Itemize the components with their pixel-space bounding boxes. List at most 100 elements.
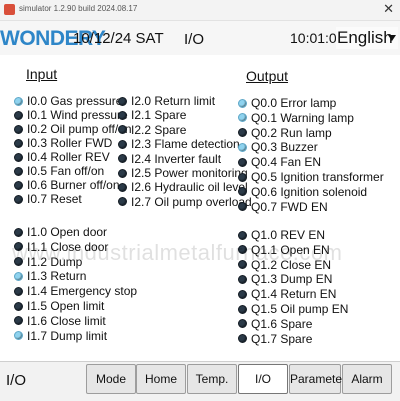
indicator-led-icon <box>118 125 127 135</box>
io-point-label: Q0.4 Fan EN <box>251 155 322 170</box>
nav-button-home[interactable]: Home <box>136 364 186 394</box>
io-point-label: I1.3 Return <box>27 269 87 284</box>
io-point-label: Q1.0 REV EN <box>251 228 326 242</box>
io-point: Q1.0 REV EN <box>238 228 325 242</box>
io-point: Q0.4 Fan EN <box>238 155 321 169</box>
io-point: I0.3 Roller FWD <box>14 136 112 150</box>
indicator-led-icon <box>14 331 23 341</box>
indicator-led-icon <box>238 202 247 212</box>
page-title: I/O <box>184 31 205 48</box>
indicator-led-icon <box>238 230 247 240</box>
window-title: simulator 1.2.90 build 2024.08.17 <box>19 4 138 13</box>
indicator-led-icon <box>238 274 247 284</box>
io-point-label: I2.4 Inverter fault <box>131 151 222 166</box>
indicator-led-icon <box>118 96 127 106</box>
io-point: I1.6 Close limit <box>14 314 106 328</box>
io-point-label: Q0.3 Buzzer <box>251 140 318 155</box>
date-display: 10/12/24 SAT <box>73 30 164 47</box>
io-point: I1.7 Dump limit <box>14 329 107 343</box>
nav-button-mode[interactable]: Mode <box>86 364 136 394</box>
io-point: I1.3 Return <box>14 269 86 283</box>
indicator-led-icon <box>14 152 23 162</box>
indicator-led-icon <box>238 113 247 123</box>
io-point: Q1.7 Spare <box>238 332 312 346</box>
io-point-label: I2.6 Hydraulic oil level <box>131 180 248 195</box>
io-point: I1.1 Close door <box>14 240 108 254</box>
indicator-led-icon <box>238 289 247 299</box>
indicator-led-icon <box>14 194 23 204</box>
io-point: Q0.5 Ignition transformer <box>238 170 384 184</box>
indicator-led-icon <box>238 304 247 314</box>
io-point: Q1.3 Dump EN <box>238 272 332 286</box>
io-point-label: Q0.7 FWD EN <box>251 199 328 214</box>
indicator-led-icon <box>14 271 23 281</box>
nav-button-i-o[interactable]: I/O <box>238 364 288 394</box>
indicator-led-icon <box>14 96 23 106</box>
nav-button-alarm[interactable]: Alarm <box>342 364 392 394</box>
io-point: I0.0 Gas pressure <box>14 94 122 108</box>
io-point-label: I0.3 Roller FWD <box>27 136 113 150</box>
io-point-label: I1.5 Open limit <box>27 299 105 313</box>
indicator-led-icon <box>14 180 23 190</box>
indicator-led-icon <box>14 316 23 326</box>
io-point-label: I0.1 Wind pressure <box>27 108 128 122</box>
io-point-label: Q1.4 Return EN <box>251 287 337 302</box>
chevron-down-icon <box>388 35 396 41</box>
indicator-led-icon <box>238 260 247 270</box>
io-point: Q1.2 Close EN <box>238 258 331 272</box>
io-point-label: I2.2 Spare <box>131 122 187 137</box>
io-point: I1.0 Open door <box>14 225 107 239</box>
io-point-label: Q1.6 Spare <box>251 316 313 331</box>
indicator-led-icon <box>118 197 127 207</box>
io-point: Q0.3 Buzzer <box>238 140 318 154</box>
nav-button-parameters[interactable]: Parameters <box>289 364 352 394</box>
io-point: I1.2 Dump <box>14 255 82 269</box>
io-point: I1.5 Open limit <box>14 299 104 313</box>
indicator-led-icon <box>238 142 247 152</box>
io-point-label: I0.2 Oil pump off/on <box>27 122 132 136</box>
indicator-led-icon <box>238 334 247 344</box>
io-point: I0.4 Roller REV <box>14 150 110 164</box>
io-point: I2.5 Power monitoring <box>118 166 248 180</box>
io-point-label: Q0.5 Ignition transformer <box>251 170 384 184</box>
indicator-led-icon <box>14 124 23 134</box>
io-point-label: Q0.2 Run lamp <box>251 125 332 140</box>
io-point-label: I1.1 Close door <box>27 239 109 254</box>
io-point: I2.1 Spare <box>118 108 186 122</box>
io-point: Q1.5 Oil pump EN <box>238 302 348 316</box>
io-point-label: I1.4 Emergency stop <box>27 284 138 299</box>
nav-button-temp[interactable]: Temp. <box>187 364 237 394</box>
io-point-label: I0.7 Reset <box>27 192 82 206</box>
indicator-led-icon <box>238 187 247 197</box>
io-point-label: I0.5 Fan off/on <box>27 164 105 178</box>
indicator-led-icon <box>238 172 247 182</box>
io-point-label: I2.7 Oil pump overload <box>131 194 252 209</box>
language-value: English <box>337 28 393 47</box>
io-point: Q0.6 Ignition solenoid <box>238 185 367 199</box>
io-point-label: Q0.1 Warning lamp <box>251 110 354 125</box>
io-point: I2.3 Flame detection <box>118 137 240 151</box>
io-point-label: Q1.1 Open EN <box>251 242 330 257</box>
io-point-label: Q0.6 Ignition solenoid <box>251 184 368 199</box>
indicator-led-icon <box>238 157 247 167</box>
indicator-led-icon <box>118 182 127 192</box>
io-point: I0.6 Burner off/on <box>14 178 120 192</box>
io-point: Q1.6 Spare <box>238 317 312 331</box>
io-point-label: Q1.5 Oil pump EN <box>251 302 349 316</box>
indicator-led-icon <box>14 257 23 267</box>
io-point-label: I0.6 Burner off/on <box>27 178 120 192</box>
close-icon[interactable]: ✕ <box>383 2 394 16</box>
io-point-label: Q1.2 Close EN <box>251 257 332 272</box>
io-point-label: I1.6 Close limit <box>27 313 106 328</box>
io-point-label: I1.2 Dump <box>27 254 83 269</box>
indicator-led-icon <box>238 128 247 138</box>
io-point: I0.1 Wind pressure <box>14 108 128 122</box>
io-point: Q0.1 Warning lamp <box>238 111 354 125</box>
output-section-title: Output <box>246 68 289 84</box>
io-point-label: I2.1 Spare <box>131 108 187 123</box>
language-select[interactable]: English <box>336 27 398 49</box>
io-point: I0.5 Fan off/on <box>14 164 104 178</box>
indicator-led-icon <box>118 168 127 178</box>
input-section-title: Input <box>26 66 58 82</box>
indicator-led-icon <box>14 242 23 252</box>
